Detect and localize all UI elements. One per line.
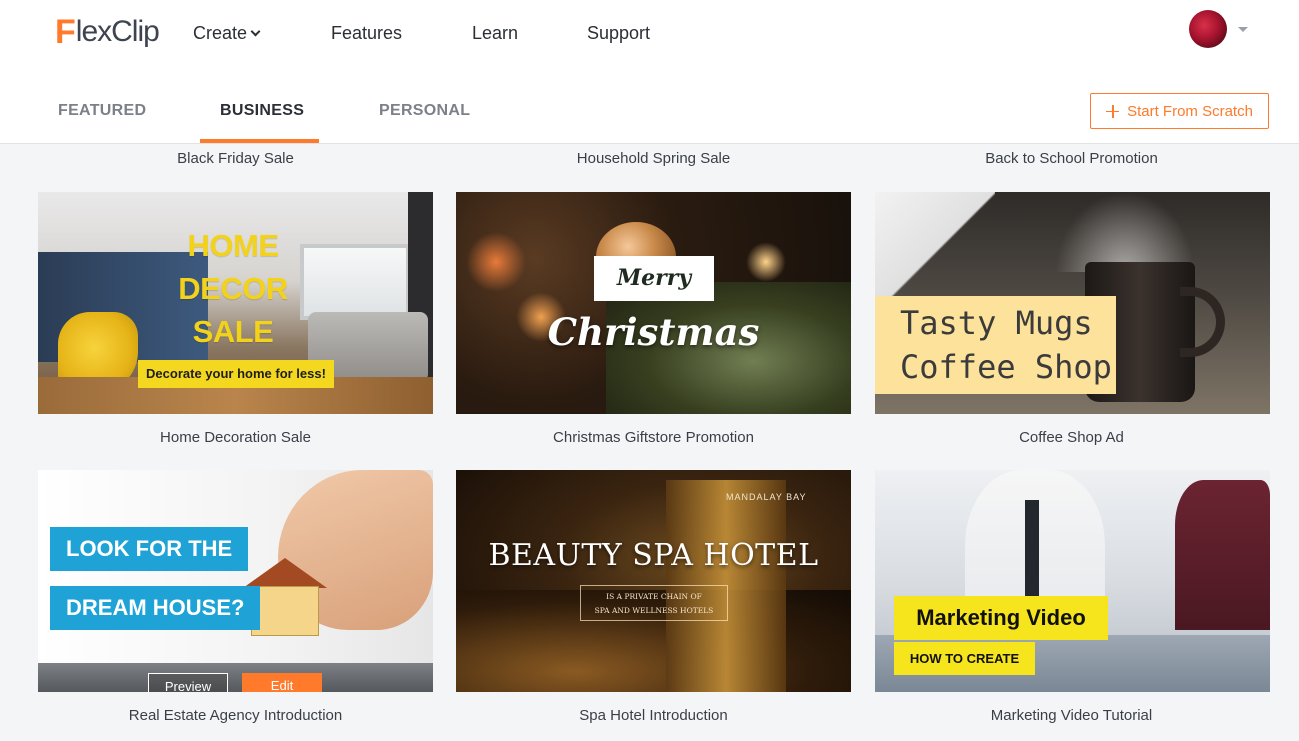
nav-learn[interactable]: Learn <box>472 20 518 46</box>
category-tabbar: FEATURED BUSINESS PERSONAL Start From Sc… <box>0 70 1299 144</box>
tab-business[interactable]: BUSINESS <box>220 102 304 120</box>
thumbnail-image-part <box>1180 287 1225 357</box>
nav-create-label: Create <box>193 23 248 43</box>
start-from-scratch-button[interactable]: Start From Scratch <box>1090 93 1269 129</box>
thumbnail-title: Christmas <box>547 310 760 354</box>
template-caption[interactable]: Marketing Video Tutorial <box>874 707 1269 724</box>
logo-letter: F <box>55 12 76 51</box>
thumbnail-subtitle: Decorate your home for less! <box>138 360 334 388</box>
flexclip-logo[interactable]: FlexClip <box>55 12 160 52</box>
tab-featured[interactable]: FEATURED <box>58 102 146 120</box>
thumbnail-headline: Merry <box>594 256 714 301</box>
thumbnail-subtitle: IS A PRIVATE CHAIN OF SPA AND WELLNESS H… <box>580 585 728 621</box>
thumbnail-headline: HOME DECOR SALE <box>138 224 328 353</box>
template-caption[interactable]: Spa Hotel Introduction <box>456 707 851 724</box>
nav-features[interactable]: Features <box>331 20 402 46</box>
template-caption[interactable]: Christmas Giftstore Promotion <box>456 429 851 446</box>
template-caption[interactable]: Coffee Shop Ad <box>874 429 1269 446</box>
headline-line: Tasty Mugs <box>900 304 1093 342</box>
template-caption[interactable]: Back to School Promotion <box>874 150 1269 167</box>
thumbnail-image-part <box>251 586 319 636</box>
template-thumbnail-home-decoration[interactable]: HOME DECOR SALE Decorate your home for l… <box>38 192 433 414</box>
top-navbar: FlexClip Create Features Learn Support <box>0 0 1299 70</box>
start-from-scratch-label: Start From Scratch <box>1127 102 1253 120</box>
headline-line: HOW TO CREATE <box>894 642 1035 675</box>
template-thumbnail-real-estate[interactable]: LOOK FOR THE DREAM HOUSE? Preview Edit <box>38 470 433 692</box>
edit-button[interactable]: Edit <box>242 673 322 692</box>
thumbnail-brand: MANDALAY BAY <box>726 492 807 502</box>
headline-line: DECOR <box>178 271 288 306</box>
headline-line: SALE <box>192 314 274 349</box>
thumbnail-image-part <box>1055 192 1195 272</box>
thumbnail-image-part <box>38 663 433 692</box>
headline-line: Coffee Shop <box>900 348 1112 386</box>
active-tab-indicator <box>200 139 319 143</box>
tab-personal[interactable]: PERSONAL <box>379 102 470 120</box>
preview-button[interactable]: Preview <box>148 673 228 692</box>
thumbnail-image-part <box>243 558 327 588</box>
plus-icon <box>1106 104 1120 118</box>
template-caption[interactable]: Real Estate Agency Introduction <box>38 707 433 724</box>
headline-line: DREAM HOUSE? <box>50 586 261 630</box>
logo-text: lexClip <box>75 15 160 48</box>
nav-create[interactable]: Create <box>193 20 261 46</box>
thumbnail-image-part <box>746 242 786 282</box>
chevron-down-icon <box>250 26 261 37</box>
headline-line: Marketing Video <box>894 596 1108 640</box>
template-thumbnail-spa-hotel[interactable]: MANDALAY BAY BEAUTY SPA HOTEL IS A PRIVA… <box>456 470 851 692</box>
thumbnail-image-part <box>1175 480 1270 630</box>
thumbnail-headline-box: Tasty Mugs Coffee Shop <box>875 296 1116 394</box>
subtitle-line: SPA AND WELLNESS HOTELS <box>594 606 714 615</box>
thumbnail-image-part <box>1025 500 1039 600</box>
thumbnail-image-part <box>466 232 526 292</box>
user-avatar[interactable] <box>1189 10 1227 48</box>
template-thumbnail-coffee-shop[interactable]: Tasty Mugs Coffee Shop <box>875 192 1270 414</box>
subtitle-line: IS A PRIVATE CHAIN OF <box>606 592 702 601</box>
caret-down-icon[interactable] <box>1238 27 1248 32</box>
thumbnail-title: BEAUTY SPA HOTEL <box>488 538 819 573</box>
template-caption[interactable]: Household Spring Sale <box>456 150 851 167</box>
template-thumbnail-christmas[interactable]: Merry Christmas <box>456 192 851 414</box>
template-caption[interactable]: Home Decoration Sale <box>38 429 433 446</box>
headline-line: HOME <box>187 228 280 263</box>
headline-line: LOOK FOR THE <box>50 527 249 571</box>
template-thumbnail-marketing-video[interactable]: Marketing Video HOW TO CREATE <box>875 470 1270 692</box>
nav-support[interactable]: Support <box>587 20 650 46</box>
template-caption[interactable]: Black Friday Sale <box>38 150 433 167</box>
